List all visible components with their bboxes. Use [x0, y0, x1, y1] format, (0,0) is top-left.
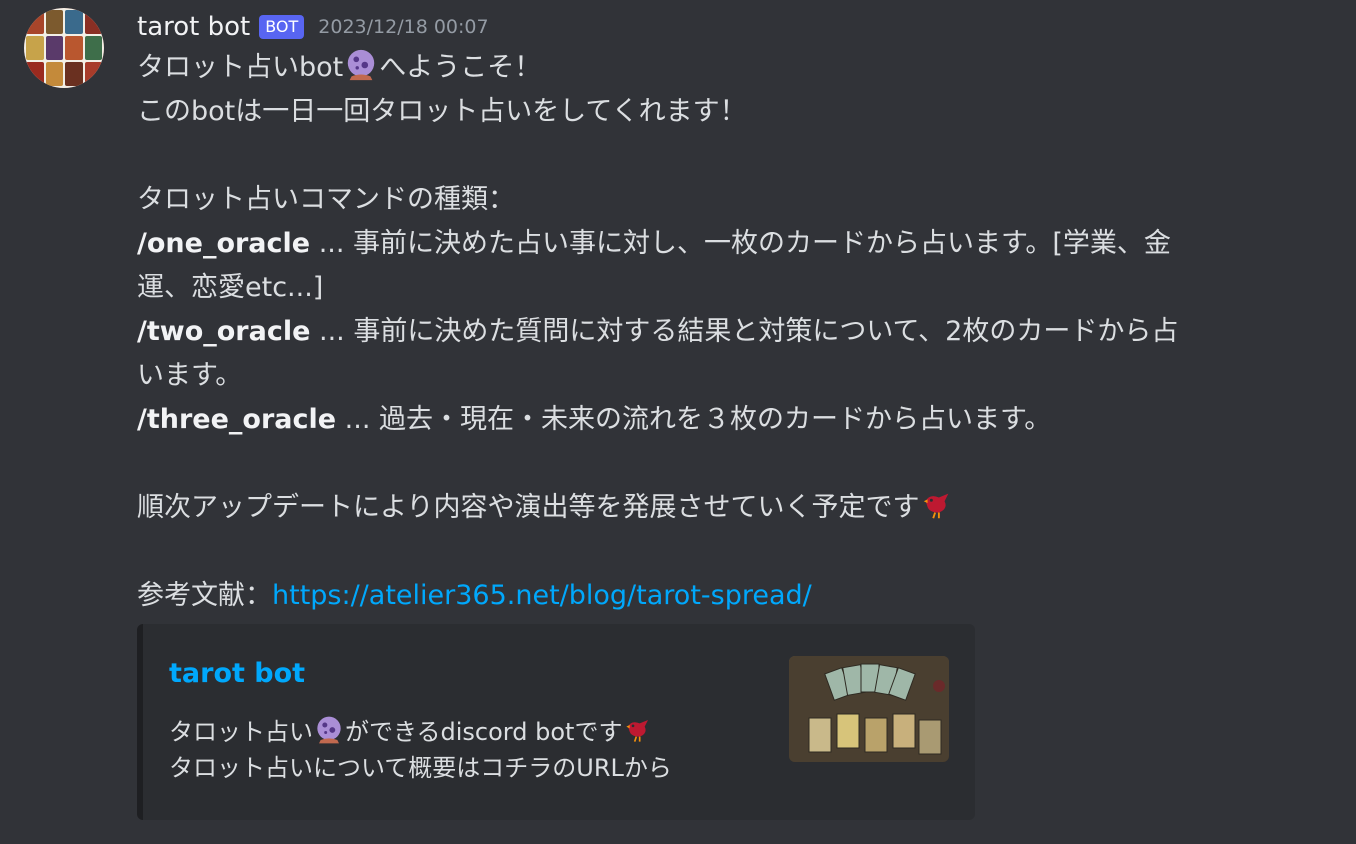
embed-desc-text-mid: ができるdiscord botです [345, 718, 623, 746]
message-body: タロット占いbot へようこそ！ このbotは一日一回タロット占いをしてくれます！… [137, 46, 1337, 618]
embed-description: タロット占い ができるdiscord botです タロット占いについて概要はコチラ… [169, 714, 672, 786]
bot-badge: BOT [259, 15, 305, 39]
update-note: 順次アップデートにより内容や演出等を発展させていく予定です [137, 492, 920, 523]
tarot-cards-image [789, 656, 949, 762]
commands-heading: タロット占いコマンドの種類： [137, 184, 515, 215]
command-three-oracle-desc: ... 過去・現在・未来の流れを３枚のカードから占います。 [336, 404, 1052, 435]
bird-icon [626, 720, 649, 742]
message-content: tarot bot BOT 2023/12/18 00:07 タロット占いbot… [137, 8, 1337, 618]
welcome-text: タロット占いbot [137, 52, 344, 83]
command-one-oracle-desc: ... 事前に決めた占い事に対し、一枚のカードから占います。[学業、金 [310, 228, 1171, 259]
avatar[interactable] [24, 8, 104, 88]
bird-icon [924, 493, 949, 519]
intro-text: このbotは一日一回タロット占いをしてくれます！ [137, 96, 747, 127]
message-header: tarot bot BOT 2023/12/18 00:07 [137, 8, 1337, 46]
chat-message: tarot bot BOT 2023/12/18 00:07 タロット占いbot… [0, 0, 1356, 844]
reference-link[interactable]: https://atelier365.net/blog/tarot-spread… [272, 580, 812, 611]
command-two-oracle-desc-cont: います。 [137, 360, 243, 391]
embed-desc-line2: タロット占いについて概要はコチラのURLから [169, 754, 672, 782]
reference-label: 参考文献： [137, 580, 272, 611]
welcome-text-suffix: へようこそ！ [379, 52, 542, 83]
command-three-oracle: /three_oracle [137, 404, 337, 435]
crystal-ball-icon [317, 716, 341, 744]
command-one-oracle: /one_oracle [137, 228, 311, 259]
timestamp[interactable]: 2023/12/18 00:07 [318, 16, 488, 38]
embed-desc-text: タロット占い [169, 718, 313, 746]
link-embed: tarot bot タロット占い ができるdiscord botです タロット占い… [137, 624, 975, 820]
embed-thumbnail[interactable] [789, 656, 949, 762]
command-two-oracle: /two_oracle [137, 316, 311, 347]
crystal-ball-icon [348, 49, 375, 81]
embed-title[interactable]: tarot bot [169, 658, 305, 689]
command-one-oracle-desc-cont: 運、恋愛etc...] [137, 272, 324, 303]
username[interactable]: tarot bot [137, 12, 250, 42]
command-two-oracle-desc: ... 事前に決めた質問に対する結果と対策について、2枚のカードから占 [310, 316, 1179, 347]
